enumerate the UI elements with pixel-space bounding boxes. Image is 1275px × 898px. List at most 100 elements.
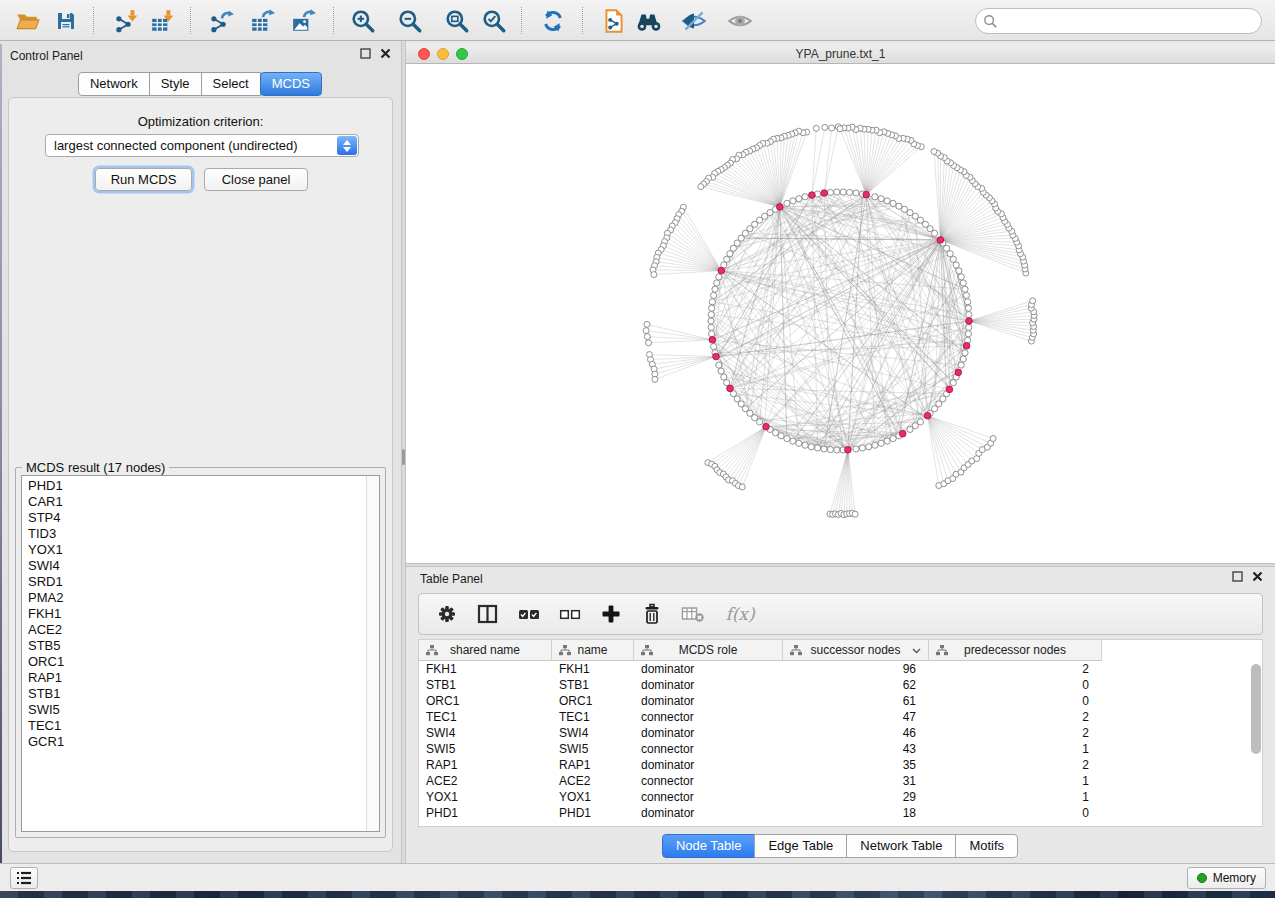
- graph-node[interactable]: [757, 419, 763, 425]
- graph-node[interactable]: [646, 340, 652, 346]
- graph-node[interactable]: [808, 444, 814, 450]
- graph-node[interactable]: [852, 511, 858, 517]
- tab-network[interactable]: Network: [78, 72, 150, 96]
- import-table-icon[interactable]: [148, 6, 178, 36]
- graph-node[interactable]: [651, 272, 657, 278]
- graph-hub-node[interactable]: [845, 447, 852, 454]
- graph-node[interactable]: [847, 189, 853, 195]
- graph-node[interactable]: [802, 194, 808, 200]
- float-panel-icon[interactable]: [360, 48, 371, 59]
- graph-node[interactable]: [796, 196, 802, 202]
- splitter-grip[interactable]: [402, 449, 405, 465]
- graph-node[interactable]: [739, 484, 745, 490]
- graph-node[interactable]: [827, 447, 833, 453]
- graph-node[interactable]: [872, 194, 878, 200]
- export-image-icon[interactable]: [289, 6, 319, 36]
- graph-hub-node[interactable]: [946, 386, 953, 393]
- tab-mcds[interactable]: MCDS: [260, 72, 322, 96]
- memory-button[interactable]: Memory: [1187, 867, 1266, 889]
- graph-hub-node[interactable]: [709, 337, 716, 344]
- graph-node[interactable]: [966, 312, 972, 318]
- refresh-view-icon[interactable]: [538, 6, 568, 36]
- graph-node[interactable]: [644, 334, 650, 340]
- graph-node[interactable]: [712, 286, 718, 292]
- graph-node[interactable]: [872, 442, 878, 448]
- graph-node[interactable]: [958, 274, 964, 280]
- table-row[interactable]: RAP1RAP1dominator352: [419, 757, 1262, 773]
- graph-node[interactable]: [837, 126, 843, 132]
- mcds-result-item[interactable]: PHD1: [22, 478, 365, 494]
- graph-node[interactable]: [859, 445, 865, 451]
- mcds-result-item[interactable]: YOX1: [22, 542, 365, 558]
- graph-node[interactable]: [815, 445, 821, 451]
- graph-node[interactable]: [784, 200, 790, 206]
- close-panel-icon[interactable]: [380, 48, 391, 59]
- graph-node[interactable]: [790, 438, 796, 444]
- graph-hub-node[interactable]: [937, 237, 944, 244]
- graph-node[interactable]: [643, 328, 649, 334]
- graph-node[interactable]: [709, 305, 715, 311]
- graph-node[interactable]: [965, 331, 971, 337]
- graph-node[interactable]: [966, 324, 972, 330]
- zoom-out-icon[interactable]: [395, 6, 425, 36]
- export-table-icon[interactable]: [248, 6, 278, 36]
- graph-node[interactable]: [821, 446, 827, 452]
- graph-node[interactable]: [834, 189, 840, 195]
- table-row[interactable]: PHD1PHD1dominator180: [419, 805, 1262, 821]
- graph-node[interactable]: [822, 124, 828, 130]
- export-network-icon[interactable]: [207, 6, 237, 36]
- graph-node[interactable]: [711, 292, 717, 298]
- mcds-result-item[interactable]: PMA2: [22, 590, 365, 606]
- table-row[interactable]: FKH1FKH1dominator962: [419, 661, 1262, 677]
- mcds-result-item[interactable]: STB1: [22, 686, 365, 702]
- graph-node[interactable]: [652, 376, 658, 382]
- graph-hub-node[interactable]: [963, 343, 970, 350]
- save-session-icon[interactable]: [51, 6, 81, 36]
- close-panel-button[interactable]: Close panel: [204, 168, 308, 191]
- graph-node[interactable]: [796, 440, 802, 446]
- graph-node[interactable]: [878, 440, 884, 446]
- graph-node[interactable]: [784, 436, 790, 442]
- hide-selected-icon[interactable]: [679, 6, 709, 36]
- column-header-MCDS-role[interactable]: MCDS role: [634, 640, 783, 661]
- table-row[interactable]: SWI4SWI4dominator462: [419, 725, 1262, 741]
- column-header-name[interactable]: name: [552, 640, 634, 661]
- table-row[interactable]: ORC1ORC1dominator610: [419, 693, 1262, 709]
- graph-hub-node[interactable]: [718, 267, 725, 274]
- mcds-result-item[interactable]: RAP1: [22, 670, 365, 686]
- graph-node[interactable]: [716, 274, 722, 280]
- tab-select[interactable]: Select: [201, 72, 261, 96]
- close-table-panel-icon[interactable]: [1252, 571, 1263, 582]
- graph-node[interactable]: [990, 436, 996, 442]
- graph-node[interactable]: [724, 256, 730, 262]
- graph-node[interactable]: [965, 305, 971, 311]
- graph-node[interactable]: [772, 430, 778, 436]
- graph-node[interactable]: [711, 344, 717, 350]
- open-file-icon[interactable]: [13, 6, 43, 36]
- graph-node[interactable]: [802, 442, 808, 448]
- graph-node[interactable]: [644, 321, 650, 327]
- graph-hub-node[interactable]: [863, 191, 870, 198]
- graph-node[interactable]: [884, 198, 890, 204]
- table-row[interactable]: STB1STB1dominator620: [419, 677, 1262, 693]
- mcds-result-item[interactable]: ACE2: [22, 622, 365, 638]
- graph-node[interactable]: [901, 206, 907, 212]
- search-input[interactable]: [998, 11, 1261, 31]
- zoom-selected-icon[interactable]: [479, 6, 509, 36]
- graph-node[interactable]: [840, 189, 846, 195]
- graph-node[interactable]: [965, 299, 971, 305]
- graph-hub-node[interactable]: [763, 423, 770, 430]
- graph-node[interactable]: [718, 368, 724, 374]
- network-canvas[interactable]: [406, 64, 1275, 562]
- zoom-in-icon[interactable]: [348, 6, 378, 36]
- list-scrollbar[interactable]: [366, 476, 379, 831]
- function-builder-icon[interactable]: f(x): [722, 602, 758, 626]
- graph-node[interactable]: [708, 318, 714, 324]
- graph-hub-node[interactable]: [821, 190, 828, 197]
- tab-edge-table[interactable]: Edge Table: [754, 834, 847, 858]
- tab-style[interactable]: Style: [149, 72, 202, 96]
- graph-node[interactable]: [896, 203, 902, 209]
- graph-node[interactable]: [884, 438, 890, 444]
- graph-node[interactable]: [853, 446, 859, 452]
- split-panel-icon[interactable]: [476, 602, 500, 626]
